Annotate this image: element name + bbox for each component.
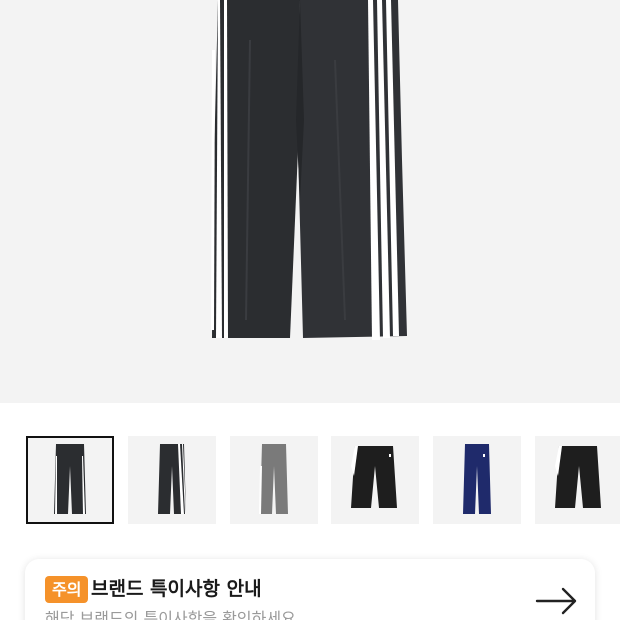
thumbnail-pants-icon bbox=[259, 444, 288, 514]
thumbnail-3[interactable] bbox=[230, 436, 318, 524]
warning-badge: 주의 bbox=[45, 576, 89, 603]
track-pants-illustration bbox=[211, 0, 407, 340]
notice-subtitle: 해당 브랜드의 특이사항을 확인하세요 bbox=[45, 609, 296, 620]
thumbnail-pants-icon bbox=[351, 446, 397, 508]
brand-notice-section: 주의 브랜드 특이사항 안내 해당 브랜드의 특이사항을 확인하세요 bbox=[0, 543, 620, 620]
thumbnail-pants-icon bbox=[555, 446, 601, 508]
brand-notice-card[interactable]: 주의 브랜드 특이사항 안내 해당 브랜드의 특이사항을 확인하세요 bbox=[25, 559, 595, 620]
thumbnail-1[interactable] bbox=[26, 436, 114, 524]
product-main-image[interactable] bbox=[0, 0, 620, 403]
thumbnail-pants-icon bbox=[54, 444, 86, 514]
thumbnail-2[interactable] bbox=[128, 436, 216, 524]
thumbnail-4[interactable] bbox=[331, 436, 419, 524]
notice-title: 브랜드 특이사항 안내 bbox=[91, 578, 262, 600]
thumbnail-5[interactable] bbox=[433, 436, 521, 524]
arrow-right-icon[interactable] bbox=[535, 587, 579, 615]
thumbnail-pants-icon bbox=[463, 444, 491, 514]
thumbnail-6[interactable] bbox=[535, 436, 620, 524]
thumbnail-strip bbox=[0, 403, 620, 543]
thumbnail-pants-icon bbox=[158, 444, 186, 514]
product-detail-page: 주의 브랜드 특이사항 안내 해당 브랜드의 특이사항을 확인하세요 bbox=[0, 0, 620, 620]
